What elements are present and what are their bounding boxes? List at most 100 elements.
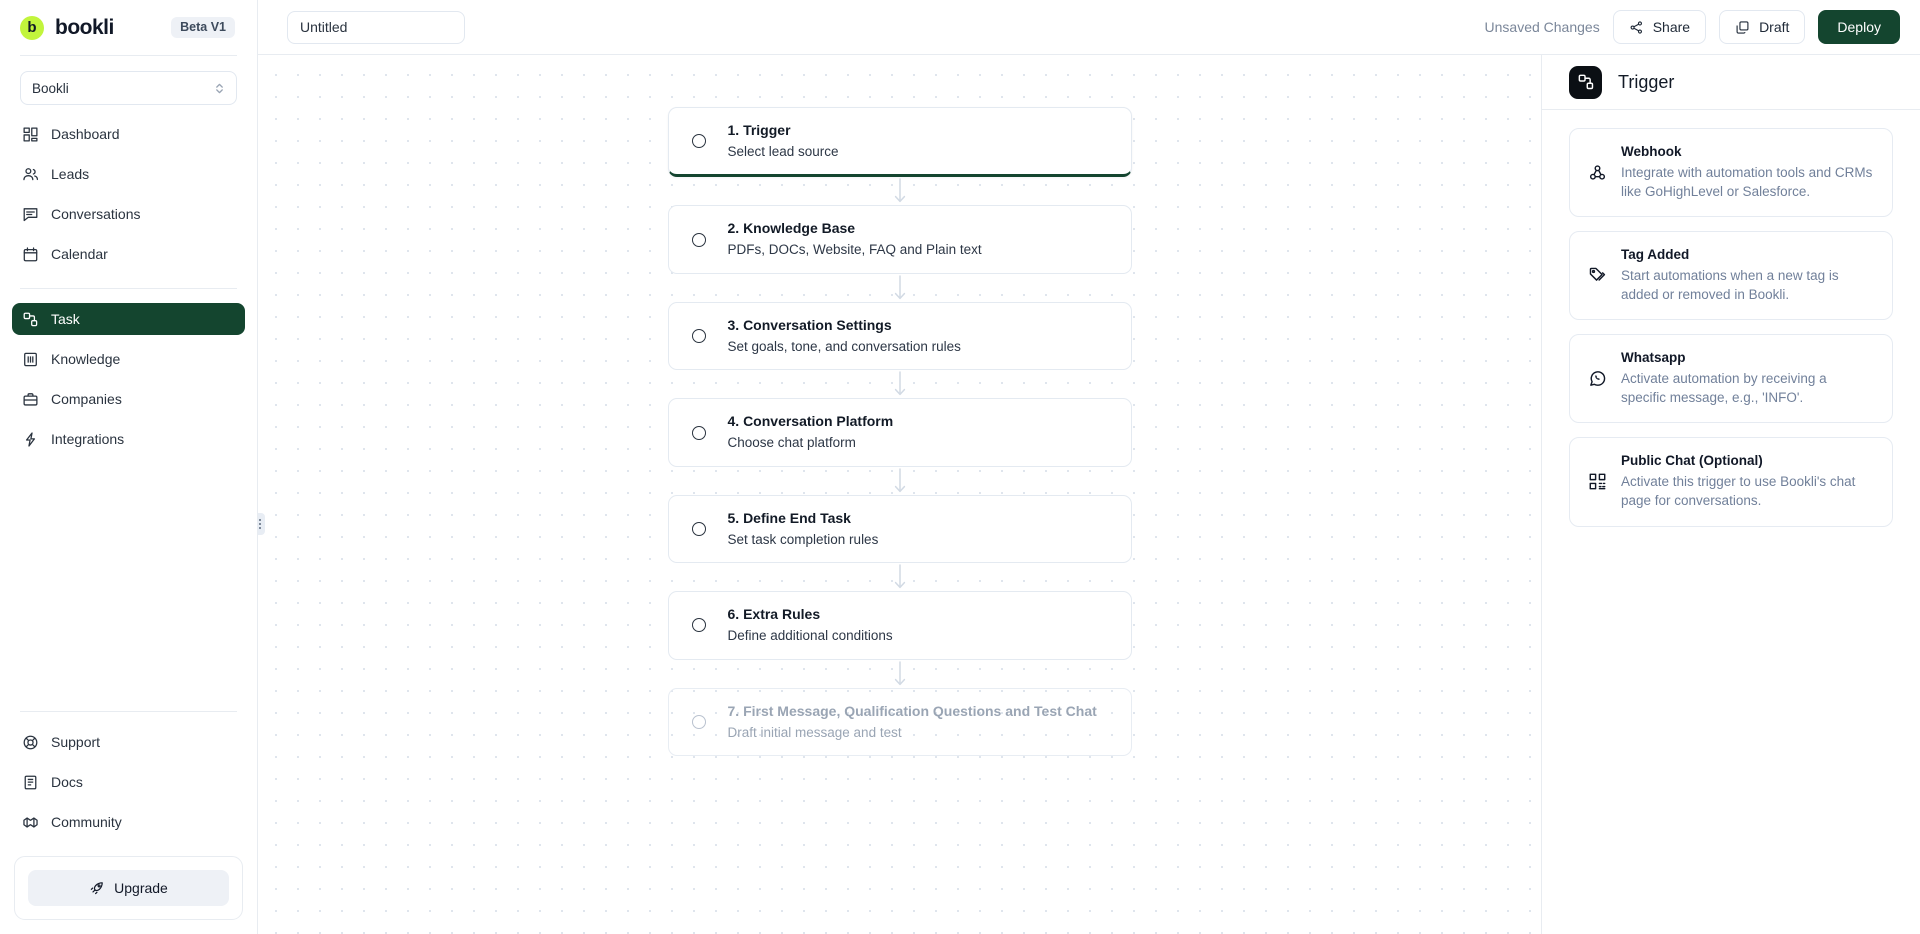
step-text: 4. Conversation Platform Choose chat pla… (728, 412, 894, 452)
dashboard-icon (22, 126, 39, 143)
step-radio-icon[interactable] (691, 425, 706, 440)
rocket-icon (90, 882, 103, 895)
step-subtitle: Define additional conditions (727, 628, 893, 644)
sidebar-item-label: Conversations (51, 206, 141, 222)
panel-resize-handle[interactable] (258, 513, 265, 535)
trigger-option-whatsapp[interactable]: Whatsapp Activate automation by receivin… (1569, 334, 1893, 424)
step-text: 2. Knowledge Base PDFs, DOCs, Website, F… (728, 219, 982, 259)
users-icon (22, 166, 39, 183)
share-button[interactable]: Share (1612, 10, 1707, 44)
option-description: Integrate with automation tools and CRMs… (1621, 164, 1873, 199)
panel-title: Trigger (1618, 71, 1675, 92)
sidebar-primary-nav: Dashboard Leads Conversations Calendar (0, 110, 257, 278)
deploy-button[interactable]: Deploy (1818, 10, 1900, 44)
step-radio-icon[interactable] (691, 618, 706, 633)
document-icon (22, 774, 39, 791)
sidebar-item-knowledge[interactable]: Knowledge (12, 343, 245, 375)
step-subtitle: Set task completion rules (727, 531, 879, 547)
arrow-down-icon (894, 660, 905, 685)
trigger-option-public-chat[interactable]: Public Chat (Optional) Activate this tri… (1569, 437, 1893, 527)
sidebar-item-label: Integrations (51, 431, 125, 447)
step-subtitle: Select lead source (727, 143, 839, 159)
option-title: Tag Added (1621, 247, 1690, 263)
sidebar-item-integrations[interactable]: Integrations (12, 423, 245, 455)
step-radio-icon[interactable] (691, 134, 706, 149)
sidebar-item-label: Companies (51, 391, 122, 407)
sidebar-item-label: Task (51, 311, 80, 327)
workflow-step-3[interactable]: 3. Conversation Settings Set goals, tone… (667, 301, 1132, 371)
option-text: Webhook Integrate with automation tools … (1621, 143, 1875, 201)
step-subtitle: Draft initial message and test (727, 724, 902, 740)
workflow-step-4[interactable]: 4. Conversation Platform Choose chat pla… (667, 398, 1132, 467)
sidebar-item-calendar[interactable]: Calendar (12, 238, 245, 270)
draft-button[interactable]: Draft (1719, 10, 1806, 44)
option-text: Tag Added Start automations when a new t… (1621, 246, 1875, 304)
option-text: Whatsapp Activate automation by receivin… (1621, 349, 1875, 407)
step-title: 3. Conversation Settings (727, 316, 892, 333)
step-title: 6. Extra Rules (727, 606, 821, 623)
grip-dots-icon (258, 519, 261, 529)
sidebar-item-task[interactable]: Task (12, 303, 245, 335)
calendar-icon (22, 246, 39, 263)
trigger-option-tag-added[interactable]: Tag Added Start automations when a new t… (1569, 231, 1893, 321)
main-column: Unsaved Changes Share Draft (258, 0, 1920, 934)
sidebar-item-label: Community (51, 814, 122, 830)
bookli-logo-icon: b (20, 15, 44, 40)
workflow-step-2[interactable]: 2. Knowledge Base PDFs, DOCs, Website, F… (667, 205, 1132, 274)
workflow-step-1[interactable]: 1. Trigger Select lead source (667, 107, 1132, 178)
trigger-option-list: Webhook Integrate with automation tools … (1542, 110, 1920, 527)
upgrade-button-label: Upgrade (114, 880, 168, 896)
copy-icon (1736, 20, 1749, 34)
webhook-icon (1587, 163, 1607, 182)
step-radio-icon[interactable] (691, 522, 706, 537)
flow-node-icon (22, 311, 39, 328)
step-connector (668, 563, 1132, 591)
sidebar: b bookli Beta V1 Bookli Dashboard Leads … (0, 0, 258, 934)
upgrade-button[interactable]: Upgrade (28, 870, 229, 906)
sidebar-item-leads[interactable]: Leads (12, 158, 245, 190)
upgrade-card: Upgrade (14, 856, 243, 920)
step-subtitle: Set goals, tone, and conversation rules (727, 338, 961, 354)
workflow-canvas[interactable]: 1. Trigger Select lead source 2. Knowled… (258, 55, 1542, 934)
sidebar-item-label: Docs (51, 774, 83, 790)
sidebar-item-conversations[interactable]: Conversations (12, 198, 245, 230)
flow-node-icon (1569, 65, 1602, 99)
book-icon (22, 351, 39, 368)
option-description: Activate this trigger to use Bookli's ch… (1621, 474, 1856, 508)
brand-row: b bookli Beta V1 (0, 0, 257, 55)
sidebar-item-support[interactable]: Support (12, 726, 245, 758)
chevron-updown-icon (214, 82, 225, 95)
option-text: Public Chat (Optional) Activate this tri… (1621, 452, 1875, 510)
task-title-input[interactable] (287, 10, 465, 44)
lightning-icon (22, 431, 39, 448)
workflow-step-5[interactable]: 5. Define End Task Set task completion r… (667, 494, 1132, 564)
sidebar-divider-1 (20, 288, 237, 289)
sidebar-item-docs[interactable]: Docs (12, 766, 245, 798)
step-radio-icon[interactable] (691, 329, 706, 344)
sidebar-item-community[interactable]: Community (12, 806, 245, 838)
app-root: b bookli Beta V1 Bookli Dashboard Leads … (0, 0, 1920, 934)
workspace-selector[interactable]: Bookli (20, 71, 237, 105)
step-subtitle: Choose chat platform (727, 435, 856, 451)
sidebar-item-companies[interactable]: Companies (12, 383, 245, 415)
step-title: 5. Define End Task (727, 509, 851, 526)
workflow-step-7: 7. First Message, Qualification Question… (667, 687, 1132, 757)
step-radio-icon[interactable] (691, 232, 706, 247)
option-title: Public Chat (Optional) (1621, 453, 1763, 469)
step-connector (668, 467, 1132, 495)
workspace-selector-value: Bookli (32, 80, 69, 96)
trigger-config-panel: Trigger Webhook Integrate with automatio… (1542, 55, 1920, 934)
step-connector (668, 370, 1132, 398)
sidebar-item-dashboard[interactable]: Dashboard (12, 118, 245, 150)
topbar: Unsaved Changes Share Draft (258, 0, 1920, 55)
sidebar-footer-nav: Support Docs Community (0, 726, 257, 846)
arrow-down-icon (894, 178, 905, 203)
draft-button-label: Draft (1759, 19, 1790, 35)
share-network-icon (1630, 20, 1642, 34)
arrow-down-icon (894, 468, 905, 492)
trigger-option-webhook[interactable]: Webhook Integrate with automation tools … (1569, 128, 1893, 218)
workspace-selector-wrap: Bookli (0, 56, 257, 110)
workflow-step-6[interactable]: 6. Extra Rules Define additional conditi… (667, 591, 1132, 660)
step-title: 4. Conversation Platform (727, 413, 894, 430)
step-text: 1. Trigger Select lead source (728, 121, 839, 161)
